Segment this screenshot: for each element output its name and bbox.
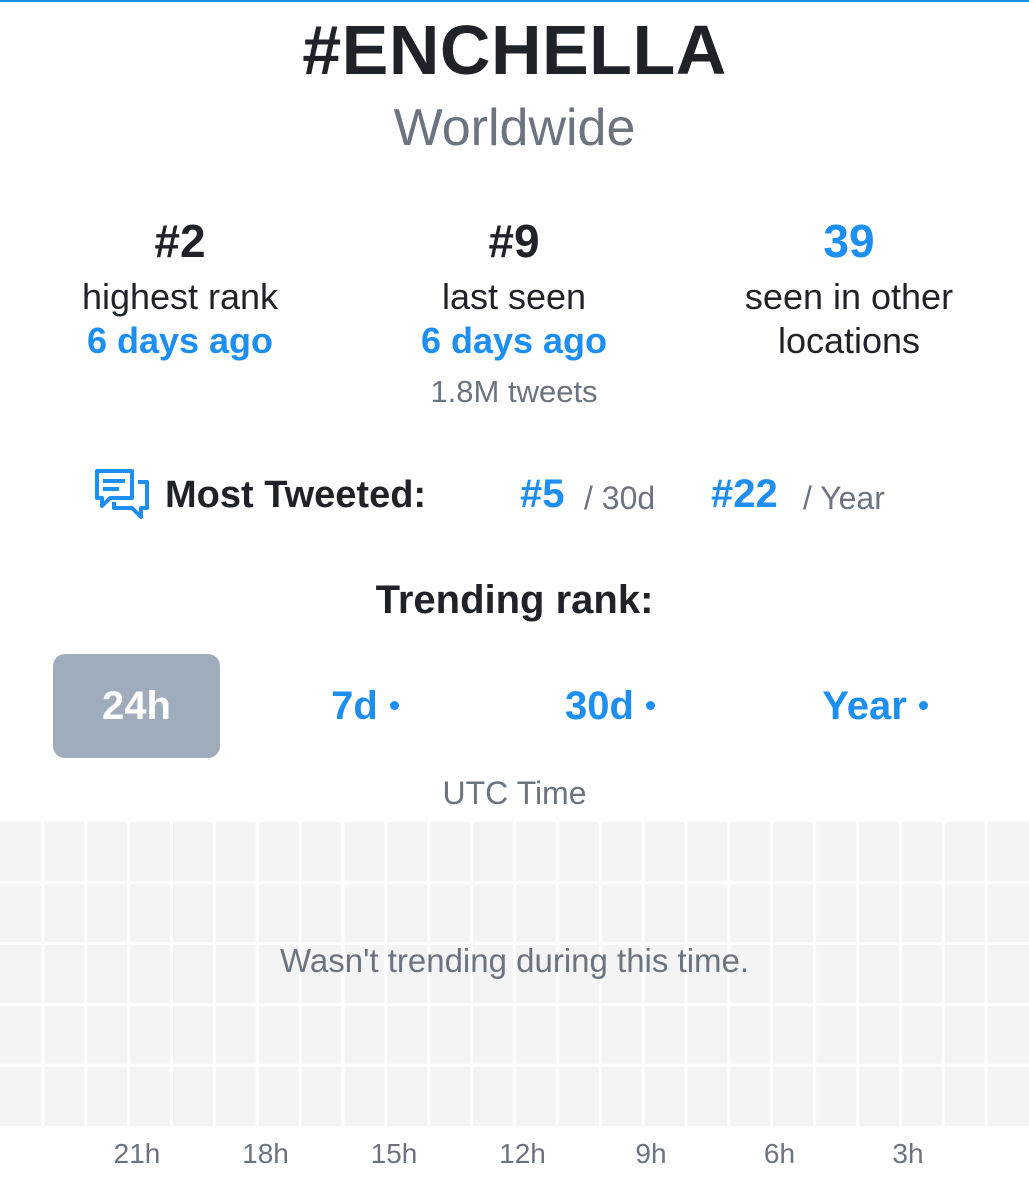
location-subtitle: Worldwide <box>393 99 636 157</box>
most-tweeted-label: Most Tweeted: <box>165 474 427 516</box>
other-locations-label-line1: seen in other <box>744 276 954 317</box>
most-tweeted-30d-suffix: / 30d <box>584 480 656 516</box>
highest-rank-time-link[interactable]: 6 days ago <box>10 319 350 363</box>
empty-chart-message: Wasn't trending during this time. <box>279 942 750 979</box>
tab-30d[interactable]: 30d <box>525 654 695 758</box>
chat-bubbles-icon <box>95 469 149 519</box>
x-tick-label: 18h <box>242 1138 289 1169</box>
x-tick-label: 21h <box>113 1138 161 1169</box>
x-tick-label: 3h <box>892 1138 924 1169</box>
stat-highest-rank: #2 highest rank 6 days ago <box>10 215 350 363</box>
other-locations-label-line2: locations <box>777 320 921 361</box>
most-tweeted-row: Most Tweeted: #5 / 30d #22 / Year <box>0 468 1029 528</box>
most-tweeted-30d-rank[interactable]: #5 <box>520 472 565 517</box>
tab-30d-label: 30d <box>565 684 634 728</box>
x-tick-label: 12h <box>499 1138 546 1169</box>
last-seen-label: last seen <box>441 276 587 317</box>
stat-last-seen: #9 last seen 6 days ago 1.8M tweets <box>344 215 684 412</box>
tab-year[interactable]: Year <box>790 654 960 758</box>
hashtag-title: #ENCHELLA <box>302 11 727 89</box>
tab-7d[interactable]: 7d <box>290 654 440 758</box>
last-seen-rank-value: #9 <box>488 215 540 267</box>
highest-rank-value: #2 <box>154 215 206 267</box>
trending-rank-title: Trending rank: <box>375 578 654 622</box>
tab-24h-label: 24h <box>102 684 171 728</box>
highest-rank-label: highest rank <box>81 276 279 317</box>
tab-30d-dot <box>645 700 655 710</box>
most-tweeted-year-rank[interactable]: #22 <box>711 472 778 517</box>
tab-year-label: Year <box>822 684 907 728</box>
other-locations-count[interactable]: 39 <box>679 215 1019 267</box>
tab-7d-dot <box>389 700 399 710</box>
most-tweeted-year-suffix: / Year <box>803 480 885 516</box>
x-tick-label: 15h <box>370 1138 418 1169</box>
utc-time-axis-title: UTC Time <box>442 775 587 811</box>
last-seen-time-link[interactable]: 6 days ago <box>344 319 684 363</box>
stat-other-locations[interactable]: 39 seen in other locations <box>679 215 1019 363</box>
tab-year-dot <box>918 700 928 710</box>
tab-24h[interactable]: 24h <box>53 654 220 758</box>
tab-7d-label: 7d <box>331 684 378 728</box>
x-tick-label: 6h <box>763 1138 796 1169</box>
tweet-count: 1.8M tweets <box>430 374 598 409</box>
x-tick-label: 9h <box>635 1138 667 1169</box>
top-accent-line <box>0 0 1029 2</box>
